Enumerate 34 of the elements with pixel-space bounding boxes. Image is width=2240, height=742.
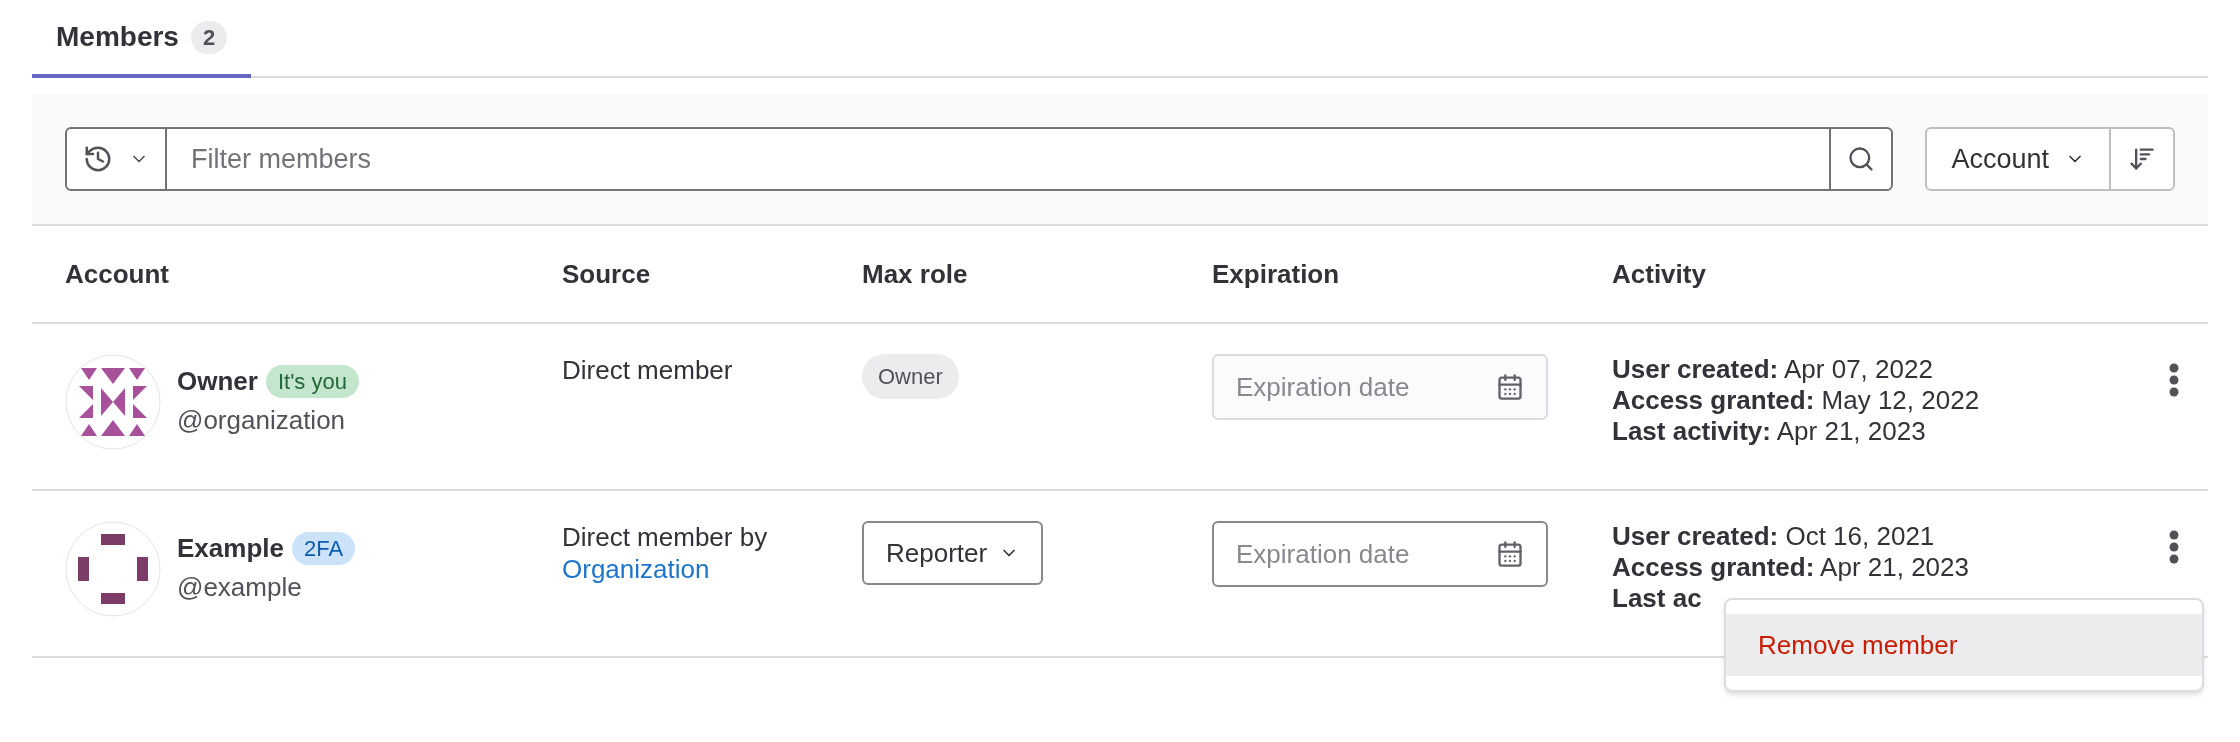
calendar-icon <box>1496 373 1524 401</box>
activity-line: User created: Apr 07, 2022 <box>1612 354 1934 385</box>
member-name[interactable]: Owner <box>177 362 258 401</box>
activity-line: Last activity: Apr 21, 2023 <box>1612 416 1927 447</box>
activity-line: Access granted: Apr 21, 2023 <box>1612 552 1970 583</box>
history-icon <box>83 144 113 174</box>
menu-item[interactable]: Remove member <box>1726 614 2202 676</box>
activity-line: User created: Oct 16, 2021 <box>1612 521 1936 552</box>
more-icon <box>2169 363 2179 397</box>
count-badge: 2 <box>190 20 228 54</box>
activity-line: Access granted: May 12, 2022 <box>1612 385 1981 416</box>
source-text: Direct member <box>562 354 734 386</box>
member-username: @example <box>177 571 303 604</box>
source-text: Direct member by <box>562 521 769 553</box>
expiration-date-input[interactable]: Expiration date <box>1236 534 1476 574</box>
member-badge: It's you <box>265 365 359 398</box>
column-header: Max role <box>862 257 969 291</box>
members-tab[interactable]: Members 2 <box>32 0 252 78</box>
more-icon <box>2169 530 2179 564</box>
column-header: Activity <box>1612 257 1707 291</box>
member-username: @organization <box>177 404 347 437</box>
column-header: Account <box>65 257 170 291</box>
column-header: Source <box>562 257 652 291</box>
role-badge: Owner <box>862 354 959 399</box>
calendar-icon <box>1496 540 1524 568</box>
member-name[interactable]: Example <box>177 529 284 568</box>
search-icon <box>1847 145 1876 173</box>
source-link[interactable]: Organization <box>562 553 710 585</box>
activity-line: Last ac <box>1612 583 1703 614</box>
expiration-date-field[interactable]: Expiration date <box>1212 521 1548 587</box>
role-dropdown[interactable]: Reporter <box>862 521 1044 585</box>
member-badge: 2FA <box>291 532 356 565</box>
column-header: Expiration <box>1212 257 1341 291</box>
sort-dropdown[interactable]: Account <box>1927 129 2111 189</box>
